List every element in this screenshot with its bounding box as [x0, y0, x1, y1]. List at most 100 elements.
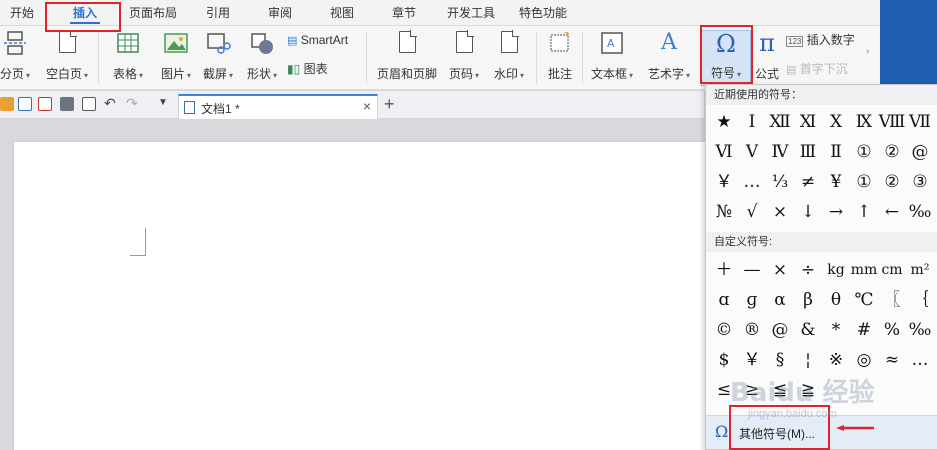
custom-symbol-cell[interactable]: &: [794, 315, 822, 345]
custom-symbol-cell[interactable]: α: [766, 285, 794, 315]
recent-symbol-cell[interactable]: ￥: [710, 167, 738, 197]
custom-symbol-cell[interactable]: ｛: [906, 285, 934, 315]
custom-symbol-cell[interactable]: kg: [822, 255, 850, 285]
undo-icon[interactable]: ↶: [104, 95, 116, 112]
formula-button[interactable]: π 公式: [752, 30, 782, 86]
open-folder-icon[interactable]: [0, 97, 14, 111]
export-pdf-icon[interactable]: [38, 97, 52, 111]
new-tab-icon[interactable]: +: [384, 94, 395, 115]
custom-symbol-cell[interactable]: 〖: [878, 285, 906, 315]
insert-number-button[interactable]: 123 插入数字: [786, 30, 855, 50]
recent-symbol-cell[interactable]: √: [738, 197, 766, 227]
recent-symbol-cell[interactable]: ③: [906, 167, 934, 197]
custom-symbol-cell[interactable]: ￥: [738, 345, 766, 375]
recent-symbol-cell[interactable]: Ⅸ: [850, 107, 878, 137]
redo-icon[interactable]: ↷: [126, 95, 138, 112]
custom-symbol-cell[interactable]: ≥: [738, 375, 766, 405]
recent-symbol-cell[interactable]: ↓: [794, 197, 822, 227]
recent-symbol-cell[interactable]: Ⅳ: [766, 137, 794, 167]
custom-symbol-cell[interactable]: ɑ: [710, 285, 738, 315]
recent-symbol-cell[interactable]: →: [822, 197, 850, 227]
comment-button[interactable]: 批注: [542, 30, 578, 86]
custom-symbol-cell[interactable]: $: [710, 345, 738, 375]
custom-symbol-cell[interactable]: m²: [906, 255, 934, 285]
recent-symbol-cell[interactable]: Ⅹ: [822, 107, 850, 137]
custom-symbol-cell[interactable]: ＋: [710, 255, 738, 285]
recent-symbol-cell[interactable]: Ⅶ: [906, 107, 934, 137]
recent-symbol-cell[interactable]: ≠: [794, 167, 822, 197]
smartart-button[interactable]: ▤ SmartArt: [287, 30, 348, 50]
print-preview-icon[interactable]: [82, 97, 96, 111]
tab-features[interactable]: 特色功能: [512, 0, 574, 26]
tab-page-layout[interactable]: 页面布局: [122, 0, 184, 26]
tab-view[interactable]: 视图: [320, 0, 364, 26]
tab-references[interactable]: 引用: [196, 0, 240, 26]
custom-symbol-cell[interactable]: @: [766, 315, 794, 345]
screenshot-button[interactable]: 截屏 ▾: [198, 30, 238, 86]
recent-symbol-cell[interactable]: Ⅷ: [878, 107, 906, 137]
recent-symbol-cell[interactable]: ①: [850, 137, 878, 167]
custom-symbol-cell[interactable]: ≈: [878, 345, 906, 375]
recent-symbol-cell[interactable]: ①: [850, 167, 878, 197]
tab-developer[interactable]: 开发工具: [440, 0, 502, 26]
recent-symbol-cell[interactable]: Ⅺ: [794, 107, 822, 137]
recent-symbol-cell[interactable]: ¥: [822, 167, 850, 197]
custom-symbol-cell[interactable]: ɡ: [738, 285, 766, 315]
shapes-button[interactable]: 形状 ▾: [240, 30, 284, 86]
recent-symbol-cell[interactable]: ②: [878, 137, 906, 167]
recent-symbol-cell[interactable]: ↑: [850, 197, 878, 227]
print-icon[interactable]: [60, 97, 74, 111]
custom-symbol-cell[interactable]: β: [794, 285, 822, 315]
recent-symbol-cell[interactable]: …: [738, 167, 766, 197]
tab-start[interactable]: 开始: [0, 0, 44, 26]
custom-symbol-cell[interactable]: ≦: [766, 375, 794, 405]
custom-symbol-cell[interactable]: *: [822, 315, 850, 345]
custom-symbol-cell[interactable]: ©: [710, 315, 738, 345]
custom-symbol-cell[interactable]: …: [906, 345, 934, 375]
custom-symbol-cell[interactable]: ‰: [906, 315, 934, 345]
custom-symbol-cell[interactable]: ÷: [794, 255, 822, 285]
recent-symbol-cell[interactable]: Ⅴ: [738, 137, 766, 167]
recent-symbol-cell[interactable]: ★: [710, 107, 738, 137]
tab-review[interactable]: 审阅: [258, 0, 302, 26]
custom-symbol-cell[interactable]: mm: [850, 255, 878, 285]
recent-symbol-cell[interactable]: Ⅻ: [766, 107, 794, 137]
custom-symbol-cell[interactable]: θ: [822, 285, 850, 315]
recent-symbol-cell[interactable]: ×: [766, 197, 794, 227]
custom-symbol-cell[interactable]: ※: [822, 345, 850, 375]
custom-symbol-cell[interactable]: §: [766, 345, 794, 375]
custom-symbol-cell[interactable]: ≤: [710, 375, 738, 405]
custom-symbol-cell[interactable]: ®: [738, 315, 766, 345]
close-icon[interactable]: ×: [363, 98, 371, 114]
recent-symbol-cell[interactable]: Ⅱ: [822, 137, 850, 167]
custom-symbol-cell[interactable]: %: [878, 315, 906, 345]
recent-symbol-cell[interactable]: Ⅵ: [710, 137, 738, 167]
custom-symbol-cell[interactable]: ◎: [850, 345, 878, 375]
document-tab[interactable]: 文档1 * ×: [178, 94, 378, 119]
recent-symbol-cell[interactable]: Ⅲ: [794, 137, 822, 167]
custom-symbol-cell[interactable]: ≧: [794, 375, 822, 405]
custom-symbol-cell[interactable]: cm: [878, 255, 906, 285]
wordart-button[interactable]: A 艺术字 ▾: [642, 30, 696, 86]
recent-symbol-cell[interactable]: ⅓: [766, 167, 794, 197]
custom-symbol-cell[interactable]: ℃: [850, 285, 878, 315]
recent-symbol-cell[interactable]: ‰: [906, 197, 934, 227]
drop-cap-button[interactable]: ▤ 首字下沉: [786, 59, 848, 79]
recent-symbol-cell[interactable]: @: [906, 137, 934, 167]
custom-symbol-cell[interactable]: #: [850, 315, 878, 345]
recent-symbol-cell[interactable]: ②: [878, 167, 906, 197]
custom-symbol-cell[interactable]: ¦: [794, 345, 822, 375]
blank-page-button[interactable]: 空白页 ▾: [42, 30, 92, 86]
recent-symbol-cell[interactable]: №: [710, 197, 738, 227]
picture-button[interactable]: 图片 ▾: [154, 30, 198, 86]
recent-symbol-cell[interactable]: ←: [878, 197, 906, 227]
recent-symbol-cell[interactable]: Ⅰ: [738, 107, 766, 137]
table-button[interactable]: 表格 ▾: [106, 30, 150, 86]
document-page[interactable]: [14, 142, 714, 450]
watermark-button[interactable]: 水印 ▾: [488, 30, 530, 86]
page-number-button[interactable]: 页码 ▾: [444, 30, 484, 86]
header-footer-button[interactable]: 页眉和页脚: [372, 30, 442, 86]
textbox-button[interactable]: A 文本框 ▾: [588, 30, 636, 86]
custom-symbol-cell[interactable]: —: [738, 255, 766, 285]
page-break-button[interactable]: 分页 ▾: [0, 30, 36, 86]
